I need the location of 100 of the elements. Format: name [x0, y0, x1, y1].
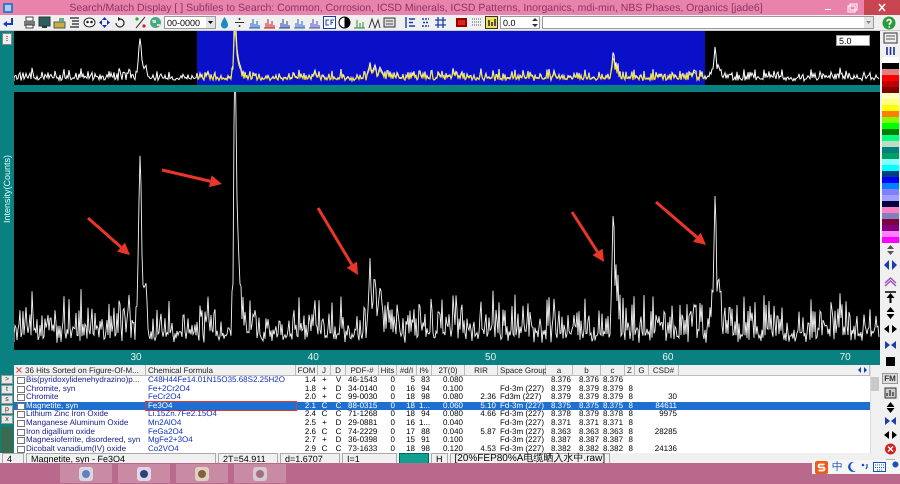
stacked-lines-icon[interactable] [308, 16, 321, 29]
column-header[interactable]: 2T(0) [432, 365, 465, 376]
printer-icon[interactable] [23, 16, 36, 29]
checkbox[interactable] [17, 377, 25, 384]
color-swatch[interactable] [882, 177, 898, 183]
table-row[interactable]: Bis(pyridoxylidenehydrazino)p... C48H44Fe14.01N15O35.68S2.25H2O 1.4 + V 46-1543 0 5 83 0.080 8.376 8.376 8.376 [14, 376, 870, 385]
column-header[interactable]: D [331, 365, 346, 376]
color-swatch[interactable] [882, 225, 898, 231]
column-header[interactable]: RIR [465, 365, 498, 376]
app-icon[interactable] [136, 466, 152, 482]
color-swatch[interactable] [882, 237, 898, 243]
color-swatch[interactable] [882, 159, 898, 165]
percent-icon[interactable] [134, 16, 147, 29]
color-swatch[interactable] [882, 147, 898, 153]
checkbox[interactable] [17, 428, 25, 436]
window-icon[interactable] [882, 32, 898, 44]
color-swatch[interactable] [882, 63, 898, 69]
input-mode-label[interactable]: 中 [832, 461, 843, 473]
color-swatch[interactable] [882, 93, 898, 99]
color-swatch[interactable] [882, 201, 898, 207]
color-swatch[interactable] [882, 69, 898, 75]
checkbox[interactable] [17, 437, 25, 444]
color-swatch[interactable] [882, 183, 898, 189]
scanner-icon[interactable] [53, 16, 66, 29]
inward-arrows-icon[interactable] [882, 338, 898, 352]
checkbox[interactable] [17, 420, 25, 427]
grid-icon[interactable] [434, 16, 447, 29]
range-field[interactable]: 5.0 [836, 35, 870, 46]
color-swatch[interactable] [882, 87, 898, 93]
moon-icon[interactable] [847, 461, 857, 473]
table-row[interactable]: Lithium Zinc Iron Oxide Li.15Zn.7Fe2.15O4 2.4 C C 71-1268 0 18 94 0.080 4.66 Fd-3m (227) 8.378 8.379 8.378 8 9975 [14, 410, 870, 419]
checkbox[interactable] [17, 402, 25, 410]
chart-icon[interactable] [485, 16, 498, 29]
column-header[interactable]: J [318, 365, 331, 376]
horizontal-arrows-icon[interactable] [882, 322, 898, 336]
color-swatch[interactable] [882, 207, 898, 213]
offset-spin-field[interactable]: 0.0 [500, 16, 540, 29]
pdf-number-dropdown[interactable]: 00-0000 [164, 16, 216, 29]
checkbox[interactable] [17, 446, 25, 453]
left-right-arrows-icon[interactable] [858, 367, 867, 373]
color-swatch[interactable] [882, 117, 898, 123]
column-header[interactable]: G [635, 365, 649, 376]
column-header[interactable]: CSD# [649, 365, 679, 376]
refresh-icon[interactable] [113, 16, 126, 29]
color-swatch[interactable] [882, 153, 898, 159]
color-swatch[interactable] [882, 57, 898, 63]
checkbox[interactable] [17, 394, 25, 402]
table-row[interactable]: Chromite, syn Fe+2Cr2O4 1.8 + D 34-0140 0 16 94 0.100 Fd-3m (227) 8.379 8.379 8.379 8 [14, 384, 870, 394]
close-icon[interactable] [16, 367, 22, 373]
caret-icon[interactable] [206, 17, 215, 28]
color-swatch[interactable] [882, 111, 898, 117]
table-row[interactable]: Manganese Aluminum Oxide Mn2AlO4 2.5 + D 29-0881 0 16 1... 0.040 Fd-3m (227) 8.371 8.371 8.371 8 [14, 418, 870, 428]
table-row[interactable]: Chromite FeCr2O4 2.0 + C 99-0030 0 18 98 0.080 2.36 Fd3m (227) 8.379 8.379 8.379 8 30 [14, 393, 870, 402]
column-header[interactable]: Chemical Formula [146, 365, 296, 376]
left-right-arrows-icon[interactable] [882, 258, 898, 272]
color-swatch[interactable] [882, 171, 898, 177]
chart-icon[interactable] [882, 387, 898, 399]
keyboard-icon[interactable] [873, 462, 886, 472]
color-swatch[interactable] [882, 123, 898, 129]
column-header[interactable]: b [573, 365, 601, 376]
color-swatch[interactable] [882, 105, 898, 111]
checkbox[interactable] [17, 386, 25, 393]
column-header[interactable]: c [601, 365, 625, 376]
color-swatch[interactable] [882, 129, 898, 135]
arrow-up-bar-icon[interactable] [882, 290, 898, 304]
pin-button-icon[interactable] [2, 33, 12, 45]
table-row[interactable]: Magnesioferrite, disordered, syn MgFe2+3O4 2.7 + D 36-0398 0 15 91 0.100 Fd-3m (227) 8.387 8.387 8.387 8 [14, 436, 870, 445]
overlay-peaks-icon[interactable] [368, 16, 381, 29]
stick-peak-icon[interactable] [293, 16, 306, 29]
color-swatch[interactable] [882, 81, 898, 87]
align-left-icon[interactable] [404, 16, 417, 29]
taskbar-button[interactable] [118, 464, 170, 483]
chevron-up-icon[interactable] [882, 274, 898, 288]
peaks-icon[interactable] [248, 16, 261, 29]
column-header[interactable]: #d/I [397, 365, 417, 376]
column-header[interactable]: a [546, 365, 573, 376]
color-swatch[interactable] [882, 99, 898, 105]
window-icon[interactable] [383, 16, 396, 29]
color-swatch[interactable] [882, 231, 898, 237]
fm-button[interactable]: FM [882, 373, 898, 384]
taskbar-button[interactable] [176, 464, 228, 483]
cf-icon[interactable] [323, 16, 336, 29]
four-arrows-icon[interactable] [98, 16, 111, 29]
mask-icon[interactable] [83, 16, 96, 29]
monitor-icon[interactable] [38, 16, 51, 29]
color-swatch[interactable] [882, 75, 898, 81]
divide-icon[interactable] [233, 16, 246, 29]
column-header[interactable]: I% [417, 365, 432, 376]
half-circle-icon[interactable] [338, 16, 351, 29]
table-row[interactable]: Magnetite, syn Fe3O4 2.1 C C 88-0315 0 18 1... 0.060 5.10 Fd-3m (227) 8.375 8.375 8.375 8 84611 [14, 402, 870, 410]
help-icon[interactable] [882, 16, 896, 30]
inward-arrows-icon[interactable] [882, 415, 898, 427]
close-icon[interactable] [864, 0, 900, 15]
column-header[interactable]: Z [625, 365, 635, 376]
cancel-icon[interactable] [882, 443, 898, 455]
color-swatch[interactable] [882, 165, 898, 171]
labeled-peak-icon[interactable] [278, 16, 291, 29]
return-arrow-icon[interactable] [2, 16, 15, 29]
column-header[interactable]: Hits [379, 365, 397, 376]
table-row[interactable]: Iron digallium oxide FeGa2O4 2.6 C C 74-2229 0 17 88 0.040 5.87 Fd-3m (227) 8.363 8.363 8.363 8 28285 [14, 428, 870, 436]
